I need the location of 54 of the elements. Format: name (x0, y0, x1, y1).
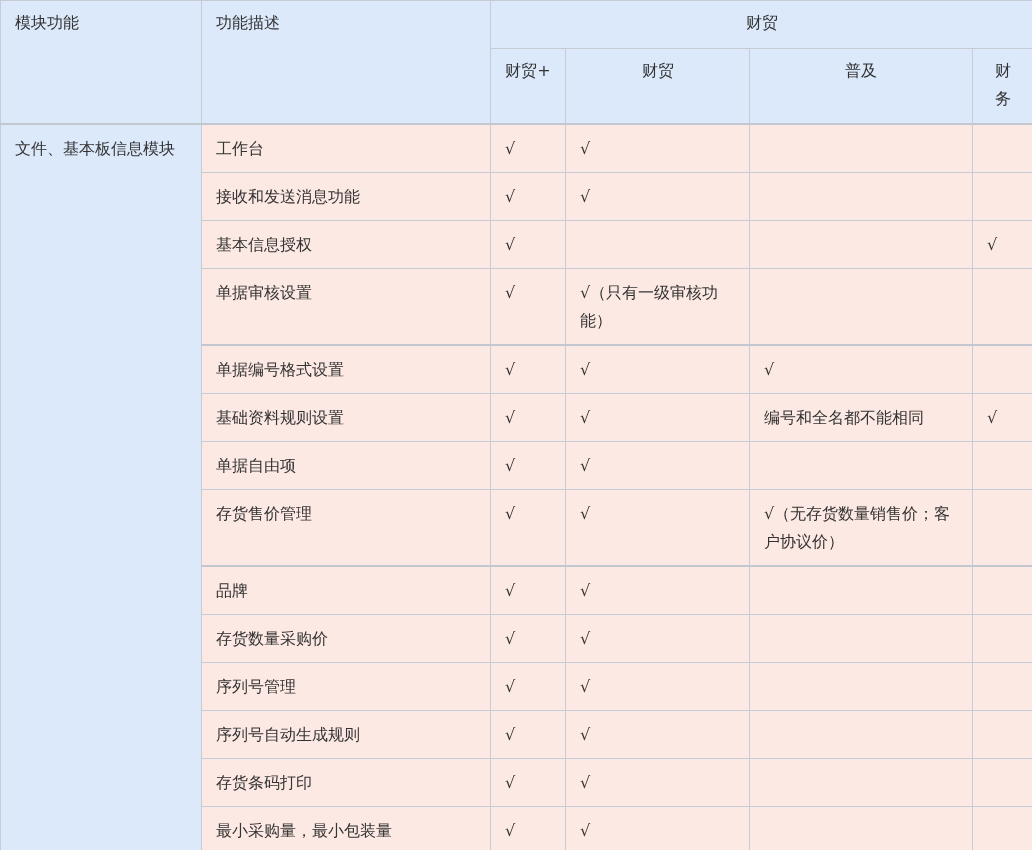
table-header-cell: 财贸 (565, 48, 750, 124)
table-cell: √ (490, 662, 566, 710)
table-header-cell: 财贸 (490, 0, 1032, 49)
table-cell: 单据审核设置 (201, 268, 491, 345)
table-cell: √ (565, 614, 750, 662)
table-cell: √ (972, 393, 1032, 441)
table-cell: √ (565, 806, 750, 850)
table-header-cell: 模块功能 (0, 0, 202, 124)
table-cell: √ (565, 441, 750, 489)
table-cell: √ (565, 758, 750, 806)
table-cell: √ (565, 393, 750, 441)
table-cell: √ (490, 614, 566, 662)
table-header-cell: 普及 (749, 48, 973, 124)
table-cell: √（只有一级审核功能） (565, 268, 750, 345)
table-cell: 单据自由项 (201, 441, 491, 489)
table-cell: 序列号管理 (201, 662, 491, 710)
table-cell: √ (565, 710, 750, 758)
table-cell: √ (490, 344, 566, 393)
table-header-cell: 功能描述 (201, 0, 491, 124)
table-cell: √ (490, 489, 566, 566)
table-cell: 存货条码打印 (201, 758, 491, 806)
table-cell: √ (565, 565, 750, 614)
table-header-cell: 财务 (972, 48, 1032, 124)
table-cell: 基础资料规则设置 (201, 393, 491, 441)
table-cell: √ (490, 123, 566, 172)
table-cell: 存货数量采购价 (201, 614, 491, 662)
table-cell: 接收和发送消息功能 (201, 172, 491, 220)
table-cell: 文件、基本板信息模块 (0, 123, 202, 850)
table-cell: √ (490, 806, 566, 850)
table-cell: 品牌 (201, 565, 491, 614)
table-cell: 编号和全名都不能相同 (749, 393, 973, 441)
table-cell: √ (490, 565, 566, 614)
table-cell: √ (490, 393, 566, 441)
table-cell: √ (565, 123, 750, 172)
table-cell: √ (749, 344, 973, 393)
table-cell: √ (490, 710, 566, 758)
table-cell: √ (490, 268, 566, 345)
table-cell: √ (565, 344, 750, 393)
table-cell: 工作台 (201, 123, 491, 172)
table-cell: √ (490, 172, 566, 220)
table-cell: 单据编号格式设置 (201, 344, 491, 393)
table-cell: 存货售价管理 (201, 489, 491, 566)
table-cell: √ (565, 489, 750, 566)
table-header-cell: 财贸+ (490, 48, 566, 124)
table-cell: √ (972, 220, 1032, 268)
table-cell: 基本信息授权 (201, 220, 491, 268)
table-cell: √ (490, 758, 566, 806)
table-cell: 序列号自动生成规则 (201, 710, 491, 758)
table-cell: √ (565, 662, 750, 710)
table-cell: √ (565, 172, 750, 220)
table-cell: 最小采购量，最小包装量 (201, 806, 491, 850)
table-cell: √（无存货数量销售价；客户协议价） (749, 489, 973, 566)
table-cell: √ (490, 441, 566, 489)
table-cell: √ (490, 220, 566, 268)
